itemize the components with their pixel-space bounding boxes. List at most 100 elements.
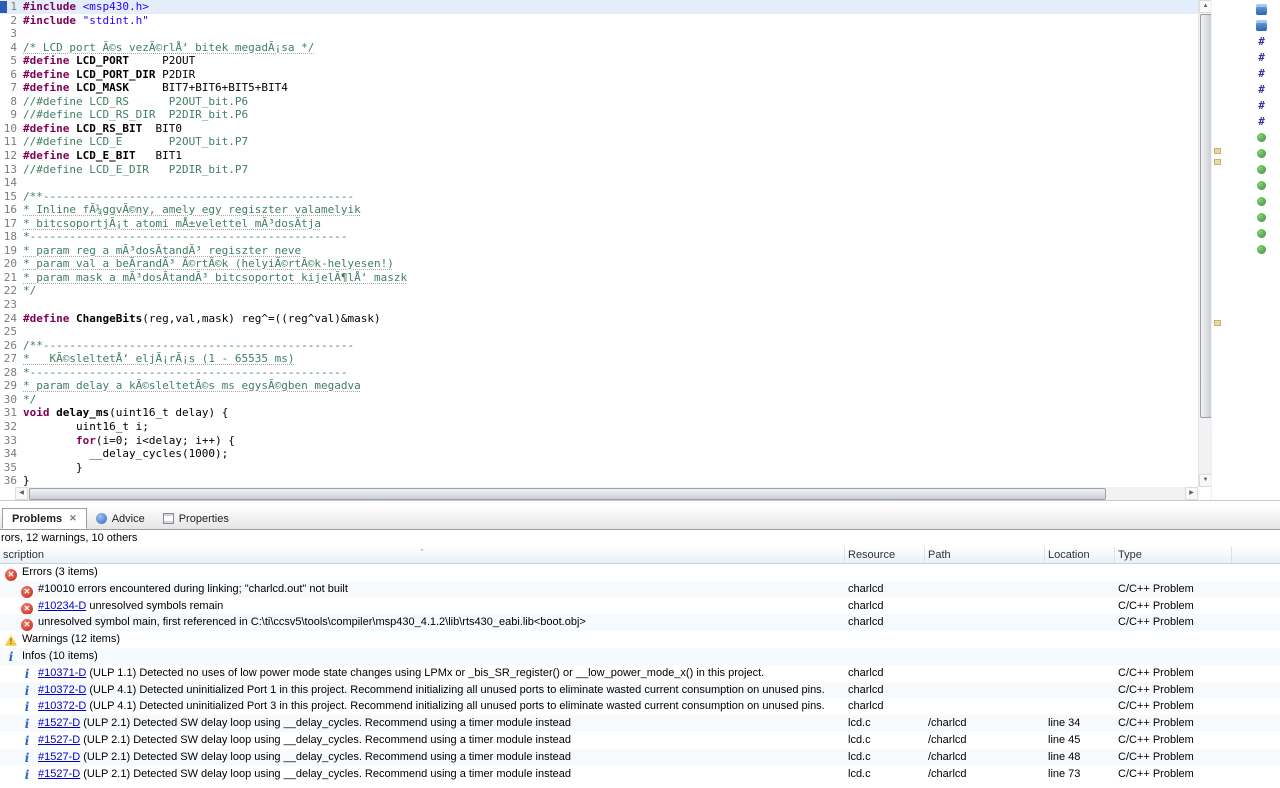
line-number[interactable]: 15: [0, 190, 23, 204]
code-line[interactable]: 19 * param reg a mÃ³dosÃ­tandÃ³ regiszter…: [0, 244, 1198, 258]
code-line[interactable]: 13//#define LCD_E_DIR P2DIR_bit.P7: [0, 163, 1198, 177]
line-number[interactable]: 7: [0, 81, 23, 95]
problem-id-link[interactable]: #1527-D: [38, 768, 80, 780]
line-number[interactable]: 21: [0, 271, 23, 285]
line-number[interactable]: 10: [0, 122, 23, 136]
code-line[interactable]: 15/**-----------------------------------…: [0, 190, 1198, 204]
code-line[interactable]: 4/* LCD port Ã©s vezÃ©rlÅ‘ bitek megadÃ¡…: [0, 41, 1198, 55]
tab-advice[interactable]: Advice: [87, 508, 154, 529]
problem-row[interactable]: i #1527-D (ULP 2.1) Detected SW delay loo…: [0, 766, 1280, 783]
code-line[interactable]: 5 #define LCD_PORT P2OUT: [0, 54, 1198, 68]
problem-id-link[interactable]: #10372-D: [38, 700, 86, 712]
code-line[interactable]: 31 void delay_ms(uint16_t delay) {: [0, 406, 1198, 420]
scroll-right-icon[interactable]: ▶: [1185, 487, 1198, 500]
line-number[interactable]: 18: [0, 230, 23, 244]
code-line[interactable]: 22 */: [0, 284, 1198, 298]
code-line[interactable]: 20 * param val a beÃ­randÃ³ Ã©rtÃ©k (hely…: [0, 257, 1198, 271]
line-number[interactable]: 17: [0, 217, 23, 231]
code-editor[interactable]: 1 #include <msp430.h> 2 #include "stdint.h"…: [0, 0, 1223, 500]
line-number[interactable]: 19: [0, 244, 23, 258]
problem-group-row[interactable]: ! Warnings (12 items): [0, 631, 1280, 648]
line-number[interactable]: 14: [0, 176, 23, 190]
code-line[interactable]: 10 #define LCD_RS_BIT BIT0: [0, 122, 1198, 136]
outline-function-icon[interactable]: [1257, 229, 1266, 238]
line-number[interactable]: 16: [0, 203, 23, 217]
code-line[interactable]: 26/**-----------------------------------…: [0, 339, 1198, 353]
line-number[interactable]: 30: [0, 393, 23, 407]
tab-properties[interactable]: Properties: [154, 508, 238, 529]
code-line[interactable]: 14: [0, 176, 1198, 190]
code-line[interactable]: 9//#define LCD_RS_DIR P2DIR_bit.P6: [0, 108, 1198, 122]
code-line[interactable]: 3: [0, 27, 1198, 41]
line-number[interactable]: 6: [0, 68, 23, 82]
column-header-resource[interactable]: Resource: [845, 547, 925, 563]
line-number[interactable]: 35: [0, 461, 23, 475]
problem-row[interactable]: ✕ unresolved symbol main, first reference…: [0, 614, 1280, 632]
code-line[interactable]: 30 */: [0, 393, 1198, 407]
line-number[interactable]: 32: [0, 420, 23, 434]
line-number[interactable]: 25: [0, 325, 23, 339]
occurrence-marker-icon[interactable]: [1214, 159, 1221, 165]
line-number[interactable]: 34: [0, 447, 23, 461]
problem-row[interactable]: i #1527-D (ULP 2.1) Detected SW delay loo…: [0, 715, 1280, 732]
code-line[interactable]: 2 #include "stdint.h": [0, 14, 1198, 28]
problem-group-row[interactable]: i Infos (10 items): [0, 647, 1280, 665]
problem-row[interactable]: i #1527-D (ULP 2.1) Detected SW delay loo…: [0, 748, 1280, 766]
editor-horizontal-scrollbar[interactable]: ◀ ▶: [15, 487, 1198, 500]
line-number[interactable]: 36: [0, 474, 23, 487]
problem-id-link[interactable]: #10371-D: [38, 667, 86, 679]
scroll-left-icon[interactable]: ◀: [15, 487, 28, 500]
line-number[interactable]: 20: [0, 257, 23, 271]
outline-define-icon[interactable]: #: [1256, 100, 1267, 111]
problem-row[interactable]: ✕ #10010 errors encountered during linkin…: [0, 580, 1280, 598]
column-header-path[interactable]: Path: [925, 547, 1045, 563]
code-line[interactable]: 32 uint16_t i;: [0, 420, 1198, 434]
line-number[interactable]: 8: [0, 95, 23, 109]
problem-group-row[interactable]: ✕ Errors (3 items): [0, 564, 1280, 581]
code-line[interactable]: 36}: [0, 474, 1198, 487]
outline-function-icon[interactable]: [1257, 149, 1266, 158]
line-number[interactable]: 5: [0, 54, 23, 68]
outline-define-icon[interactable]: #: [1256, 116, 1267, 127]
tab-problems[interactable]: Problems ✕: [2, 508, 87, 529]
line-number[interactable]: 12: [0, 149, 23, 163]
problem-row[interactable]: i #10372-D (ULP 4.1) Detected uninitializ…: [0, 698, 1280, 715]
line-number[interactable]: 24: [0, 312, 23, 326]
code-line[interactable]: 24 #define ChangeBits(reg,val,mask) reg^=…: [0, 312, 1198, 326]
problem-row[interactable]: i #10371-D (ULP 1.1) Detected no uses of …: [0, 665, 1280, 682]
code-line[interactable]: 28 *-------------------------------------…: [0, 366, 1198, 380]
outline-function-icon[interactable]: [1257, 181, 1266, 190]
code-line[interactable]: 25: [0, 325, 1198, 339]
code-line[interactable]: 18 *-------------------------------------…: [0, 230, 1198, 244]
line-number[interactable]: 4: [0, 41, 23, 55]
code-line[interactable]: 1 #include <msp430.h>: [0, 0, 1198, 14]
line-number[interactable]: 31: [0, 406, 23, 420]
line-number[interactable]: 29: [0, 379, 23, 393]
problem-id-link[interactable]: #1527-D: [38, 751, 80, 763]
problem-id-link[interactable]: #10234-D: [38, 600, 86, 612]
code-line[interactable]: 27 * KÃ©sleltetÅ‘ eljÃ¡rÃ¡s (1 - 65535 ms…: [0, 352, 1198, 366]
editor-vertical-scrollbar[interactable]: ▲ ▼: [1198, 0, 1212, 487]
outline-define-icon[interactable]: #: [1256, 36, 1267, 47]
code-line[interactable]: 29 * param delay a kÃ©sleltetÃ©s ms egysÃ…: [0, 379, 1198, 393]
code-line[interactable]: 8//#define LCD_RS P2OUT_bit.P6: [0, 95, 1198, 109]
problem-id-link[interactable]: #10372-D: [38, 684, 86, 696]
code-area[interactable]: 1 #include <msp430.h> 2 #include "stdint.h"…: [0, 0, 1198, 487]
code-line[interactable]: 34 __delay_cycles(1000);: [0, 447, 1198, 461]
line-number[interactable]: 11: [0, 135, 23, 149]
line-number[interactable]: 26: [0, 339, 23, 353]
line-number[interactable]: 22: [0, 284, 23, 298]
code-line[interactable]: 21 * param mask a mÃ³dosÃ­tandÃ³ bitcsopo…: [0, 271, 1198, 285]
column-header-location[interactable]: Location: [1045, 547, 1115, 563]
occurrence-marker-icon[interactable]: [1214, 320, 1221, 326]
code-line[interactable]: 17 * bitcsoportjÃ¡t atomi mÅ±velettel mÃ³…: [0, 217, 1198, 231]
problem-row[interactable]: ✕ #10234-D unresolved symbols remain charl…: [0, 598, 1280, 615]
line-number[interactable]: 13: [0, 163, 23, 177]
outline-include-icon[interactable]: [1256, 20, 1267, 31]
close-tab-icon[interactable]: ✕: [69, 513, 77, 524]
code-line[interactable]: 11//#define LCD_E P2OUT_bit.P7: [0, 135, 1198, 149]
occurrence-marker-icon[interactable]: [1214, 148, 1221, 154]
outline-include-icon[interactable]: [1256, 4, 1267, 15]
problem-id-link[interactable]: #1527-D: [38, 734, 80, 746]
horizontal-scroll-thumb[interactable]: [29, 488, 1106, 500]
